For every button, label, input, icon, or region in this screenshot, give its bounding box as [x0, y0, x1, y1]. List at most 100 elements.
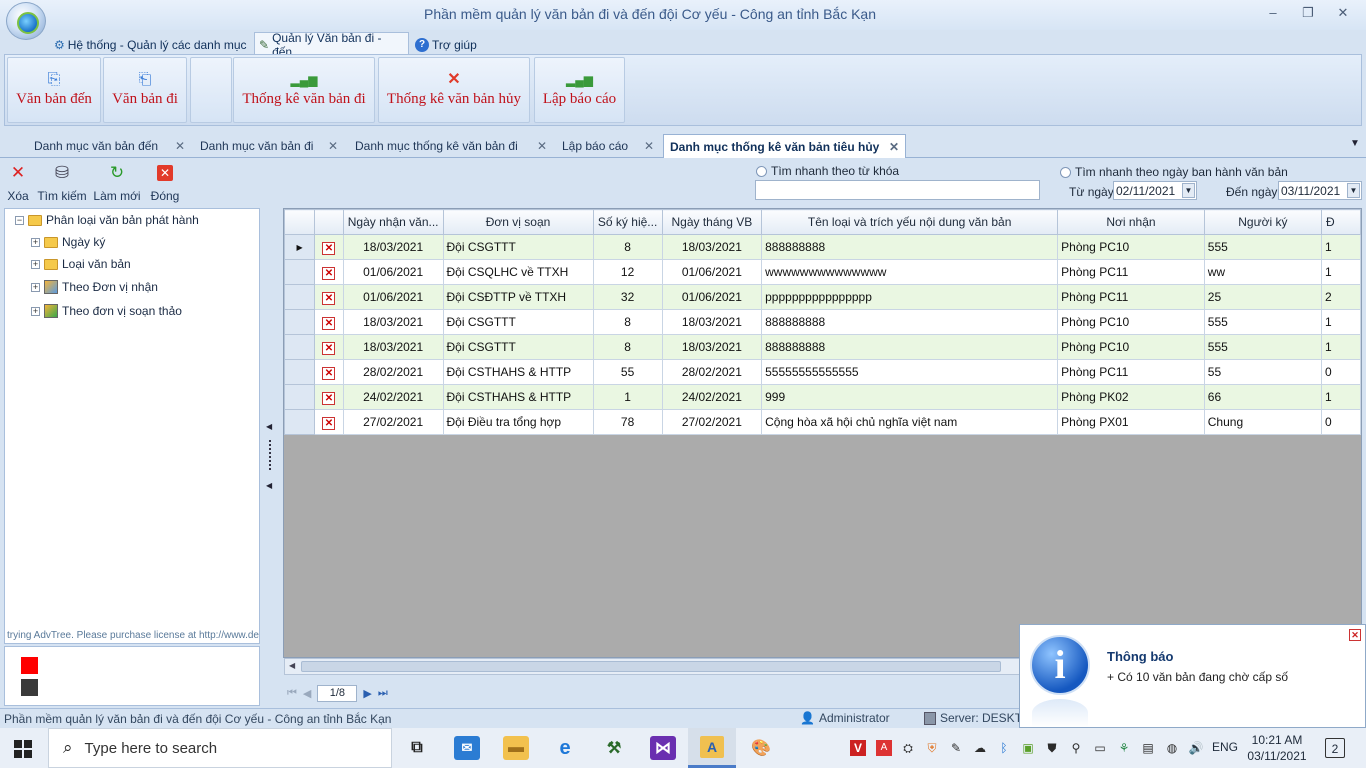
row-header-cell[interactable] [284, 409, 316, 435]
table-cell[interactable]: pppppppppppppppp [761, 284, 1059, 310]
tab-outgoing[interactable]: Danh mục văn bản đi ✕ [194, 134, 344, 158]
table-cell[interactable]: 18/03/2021 [661, 309, 763, 335]
table-cell[interactable]: 24/02/2021 [661, 384, 763, 410]
table-cell[interactable]: 888888888 [761, 334, 1059, 360]
table-cell[interactable]: Đội CSGTTT [442, 334, 594, 360]
pen-tray-icon[interactable]: ✎ [948, 740, 964, 756]
tab-close-icon[interactable]: ✕ [328, 139, 338, 153]
table-cell[interactable]: 55555555555555 [761, 359, 1059, 385]
tab-outgoing-stats[interactable]: Danh mục thống kê văn bản đi ✕ [349, 134, 553, 158]
tab-incoming[interactable]: Danh mục văn bản đến ✕ [28, 134, 191, 158]
column-header[interactable]: Đơn vị soạn [442, 209, 594, 235]
delete-row-icon[interactable]: ✕ [322, 391, 336, 405]
table-cell[interactable]: 12 [592, 259, 663, 285]
page-input[interactable]: 1/8 [317, 684, 358, 702]
table-cell[interactable]: 888888888 [761, 234, 1059, 260]
shield-icon[interactable]: ⛨ [924, 740, 940, 756]
search-button[interactable]: ⛁ Tìm kiếm [36, 163, 88, 203]
collapse-left-icon[interactable]: ◀ [266, 422, 272, 431]
incoming-doc-button[interactable]: ⎘ Văn bản đến [7, 57, 101, 123]
panel-splitter[interactable]: ◀ ◀ [262, 208, 280, 706]
file-explorer-icon[interactable]: ▬ [503, 736, 529, 760]
table-cell[interactable]: Phòng PX01 [1057, 409, 1205, 435]
table-row[interactable]: ✕ 27/02/2021 Đội Điều tra tổng hợp 78 27/02/… [284, 409, 1361, 435]
table-cell[interactable]: 18/03/2021 [342, 309, 444, 335]
date-radio-icon[interactable] [1060, 166, 1071, 178]
table-cell[interactable]: 555 [1203, 309, 1322, 335]
row-header-cell[interactable] [284, 384, 316, 410]
keyword-radio[interactable]: Tìm nhanh theo từ khóa [756, 164, 899, 178]
edge-browser-icon[interactable]: e [552, 736, 578, 760]
table-cell[interactable]: 01/06/2021 [661, 259, 763, 285]
first-page-icon[interactable]: ⏮ [287, 687, 297, 700]
table-cell[interactable]: Phòng PC10 [1057, 334, 1205, 360]
table-cell[interactable]: 18/03/2021 [342, 234, 444, 260]
table-cell[interactable]: 1 [1320, 234, 1361, 260]
last-page-icon[interactable]: ⏭ [378, 687, 388, 700]
column-header[interactable]: Nơi nhận [1057, 209, 1205, 235]
table-cell[interactable]: 01/06/2021 [661, 284, 763, 310]
table-cell[interactable]: Đội CSGTTT [442, 309, 594, 335]
table-cell[interactable]: 27/02/2021 [342, 409, 444, 435]
tree-root[interactable]: − Phân loại văn bản phát hành [15, 209, 199, 231]
language-indicator[interactable]: ENG [1212, 740, 1238, 754]
grip-icon[interactable] [269, 440, 271, 470]
table-cell[interactable]: Chung [1203, 409, 1322, 435]
table-cell[interactable]: wwwwwwwwwwwwww [761, 259, 1059, 285]
tree-item-doc-type[interactable]: + Loại văn bản [31, 253, 131, 275]
table-cell[interactable]: 1 [1320, 259, 1361, 285]
maximize-button[interactable]: ❐ [1295, 4, 1321, 22]
tree-item-date-signed[interactable]: + Ngày ký [31, 231, 105, 253]
table-cell[interactable]: 78 [592, 409, 663, 435]
table-cell[interactable]: 27/02/2021 [661, 409, 763, 435]
dropdown-arrow-icon[interactable]: ▼ [1347, 183, 1360, 198]
delete-row-icon[interactable]: ✕ [322, 416, 336, 430]
current-row-indicator-icon[interactable]: ▶ [284, 234, 316, 260]
tab-report[interactable]: Lập báo cáo ✕ [556, 134, 660, 158]
delete-row-cell[interactable]: ✕ [314, 259, 344, 285]
clock[interactable]: 10:21 AM 03/11/2021 [1244, 732, 1310, 764]
cloud-icon[interactable]: ☁ [972, 740, 988, 756]
column-header[interactable]: Ngày tháng VB [661, 209, 763, 235]
network-app-icon[interactable]: ⚘ [1116, 740, 1132, 756]
scrollbar-thumb[interactable] [301, 661, 1001, 672]
date-radio[interactable]: Tìm nhanh theo ngày ban hành văn bản [1060, 165, 1288, 179]
tree-item-author[interactable]: + Theo đơn vị soạn thảo [31, 300, 182, 322]
minimize-button[interactable]: – [1260, 4, 1286, 22]
delete-row-cell[interactable]: ✕ [314, 284, 344, 310]
keyword-radio-icon[interactable] [756, 165, 767, 177]
adobe-icon[interactable]: A [876, 740, 892, 756]
delete-row-icon[interactable]: ✕ [322, 341, 336, 355]
close-button[interactable]: ✕ Đóng [148, 163, 182, 203]
table-row[interactable]: ✕ 01/06/2021 Đội CSQLHC về TTXH 12 01/06/202… [284, 259, 1361, 285]
table-cell[interactable]: Đội CSĐTTP về TTXH [442, 284, 594, 310]
taskbar-search-input[interactable]: Type here to search [85, 740, 218, 757]
notification-center-icon[interactable]: 2 [1325, 738, 1345, 758]
globe-icon[interactable]: ◍ [1164, 740, 1180, 756]
table-cell[interactable]: 28/02/2021 [661, 359, 763, 385]
table-cell[interactable]: 55 [592, 359, 663, 385]
table-cell[interactable]: 2 [1320, 284, 1361, 310]
table-row[interactable]: ✕ 28/02/2021 Đội CSTHAHS & HTTP 55 28/02/202… [284, 359, 1361, 385]
report-button[interactable]: ▂▄▆ Lập báo cáo [534, 57, 625, 123]
table-cell[interactable]: 8 [592, 334, 663, 360]
refresh-button[interactable]: ↻ Làm mới [93, 163, 141, 203]
table-cell[interactable]: 55 [1203, 359, 1322, 385]
table-cell[interactable]: 888888888 [761, 309, 1059, 335]
keyword-search-input[interactable] [755, 180, 1040, 200]
table-cell[interactable]: 01/06/2021 [342, 284, 444, 310]
cancelled-stats-button[interactable]: ✕ Thống kê văn bản hủy [378, 57, 530, 123]
table-cell[interactable]: 24/02/2021 [342, 384, 444, 410]
tab-close-icon[interactable]: ✕ [644, 139, 654, 153]
outgoing-stats-button[interactable]: ▂▄▆ Thống kê văn bản đi [233, 57, 375, 123]
table-cell[interactable]: Phòng PC10 [1057, 234, 1205, 260]
usb-icon[interactable]: ⚲ [1068, 740, 1084, 756]
delete-row-cell[interactable]: ✕ [314, 309, 344, 335]
row-header-cell[interactable] [284, 259, 316, 285]
row-header-cell[interactable] [284, 334, 316, 360]
menu-system[interactable]: ⚙ Hệ thống - Quản lý các danh mục [50, 32, 253, 54]
table-cell[interactable]: 555 [1203, 234, 1322, 260]
paint-palette-icon[interactable]: 🎨 [748, 736, 774, 760]
delete-row-cell[interactable]: ✕ [314, 409, 344, 435]
table-cell[interactable]: 66 [1203, 384, 1322, 410]
